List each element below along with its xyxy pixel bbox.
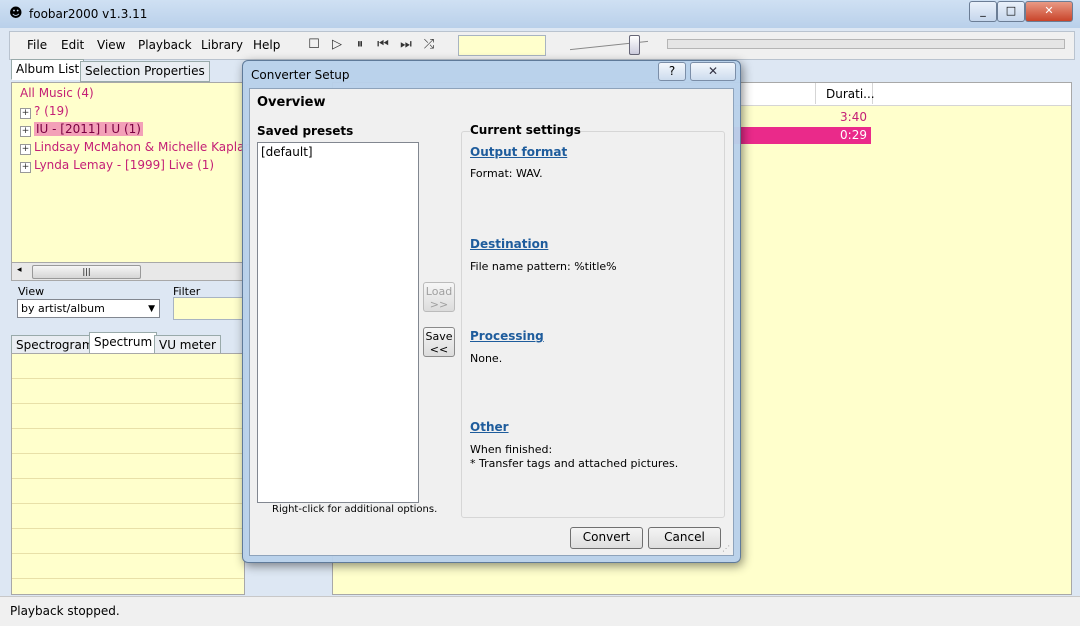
- view-select-value: by artist/album: [21, 302, 105, 315]
- destination-link[interactable]: Destination: [470, 237, 548, 251]
- filter-input[interactable]: [173, 297, 245, 320]
- expand-icon[interactable]: +: [20, 108, 31, 119]
- grid-line: [12, 428, 244, 429]
- stop-icon[interactable]: ☐: [306, 37, 322, 53]
- view-label: View: [18, 285, 45, 298]
- grid-line: [12, 553, 244, 554]
- tab-selection-properties[interactable]: Selection Properties: [80, 61, 210, 82]
- close-icon: ✕: [707, 64, 719, 78]
- processing-info: None.: [470, 352, 503, 365]
- tree-item[interactable]: + Lindsay McMahon & Michelle Kaplan -: [20, 140, 260, 155]
- grid-line: [12, 578, 244, 579]
- destination-info: File name pattern: %title%: [470, 260, 617, 273]
- convert-button[interactable]: Convert: [570, 527, 643, 549]
- saved-presets-label: Saved presets: [257, 124, 354, 138]
- menu-view[interactable]: View: [97, 38, 125, 52]
- minimize-button[interactable]: _: [969, 1, 997, 22]
- tree-item[interactable]: + IU - [2011] I U (1): [20, 122, 143, 137]
- menu-help[interactable]: Help: [253, 38, 280, 52]
- maximize-button[interactable]: □: [997, 1, 1025, 22]
- menu-file[interactable]: File: [27, 38, 47, 52]
- save-preset-button[interactable]: Save <<: [423, 327, 455, 357]
- help-button[interactable]: ?: [658, 62, 686, 81]
- cancel-button[interactable]: Cancel: [648, 527, 721, 549]
- playlist-row[interactable]: 3:40: [733, 109, 871, 126]
- window-title: foobar2000 v1.3.11: [29, 7, 148, 21]
- status-bar: Playback stopped.: [0, 596, 1080, 626]
- horizontal-scrollbar[interactable]: ◂ |||: [11, 262, 245, 281]
- playback-order-field[interactable]: [458, 35, 546, 56]
- tree-item-label: All Music (4): [20, 86, 94, 100]
- scroll-thumb[interactable]: |||: [32, 265, 141, 279]
- duration-header-label: Durati...: [826, 87, 875, 101]
- title-bar: ☻ foobar2000 v1.3.11 _ □ ✕: [0, 0, 1080, 28]
- overview-heading: Overview: [257, 95, 326, 110]
- pause-icon[interactable]: ⏸: [352, 37, 368, 53]
- tree-item[interactable]: + Lynda Lemay - [1999] Live (1): [20, 158, 214, 173]
- seek-bar[interactable]: [667, 39, 1065, 49]
- preset-item[interactable]: [default]: [261, 145, 313, 159]
- other-link[interactable]: Other: [470, 420, 509, 434]
- menu-library[interactable]: Library: [201, 38, 243, 52]
- processing-link[interactable]: Processing: [470, 329, 544, 343]
- output-format-info: Format: WAV.: [470, 167, 543, 180]
- row-duration: 3:40: [840, 110, 867, 124]
- tree-item[interactable]: +? (19): [20, 104, 69, 119]
- playlist-row-selected[interactable]: 0:29: [733, 127, 871, 144]
- other-info: When finished: * Transfer tags and attac…: [470, 443, 679, 470]
- previous-icon[interactable]: ⏮: [375, 37, 391, 53]
- current-settings-label: Current settings: [470, 123, 581, 137]
- tree-item-label: IU - [2011] I U (1): [34, 122, 143, 136]
- dialog-title: Converter Setup: [251, 68, 350, 82]
- menu-toolbar: File Edit View Playback Library Help ☐ ▷…: [9, 31, 1075, 60]
- tree-item-label: Lindsay McMahon & Michelle Kaplan -: [34, 140, 261, 154]
- grid-line: [12, 503, 244, 504]
- play-icon[interactable]: ▷: [329, 37, 345, 53]
- duration-column-header[interactable]: Durati...: [815, 83, 875, 104]
- random-icon[interactable]: ⤮: [421, 37, 437, 53]
- chevron-down-icon: ▼: [148, 304, 155, 314]
- resize-grip-icon[interactable]: ⋰: [722, 544, 730, 553]
- converter-setup-dialog: Converter Setup ? ✕ Overview Saved prese…: [242, 60, 741, 563]
- tree-item-label: Lynda Lemay - [1999] Live (1): [34, 158, 215, 172]
- spectrum-visualizer: [11, 353, 245, 595]
- grid-line: [12, 403, 244, 404]
- grid-line: [12, 378, 244, 379]
- next-icon[interactable]: ⏭: [398, 37, 414, 53]
- output-format-link[interactable]: Output format: [470, 145, 567, 159]
- tree-item-label: ? (19): [34, 104, 69, 118]
- presets-hint: Right-click for additional options.: [272, 504, 438, 515]
- grid-line: [12, 478, 244, 479]
- tree-item[interactable]: All Music (4): [20, 86, 94, 100]
- tab-album-list[interactable]: Album List: [11, 59, 85, 80]
- album-tree[interactable]: All Music (4) +? (19) + IU - [2011] I U (…: [11, 82, 260, 264]
- view-select[interactable]: by artist/album ▼: [17, 299, 160, 318]
- dialog-close-button[interactable]: ✕: [690, 62, 736, 81]
- load-preset-button[interactable]: Load >>: [423, 282, 455, 312]
- scroll-left-icon[interactable]: ◂: [17, 265, 22, 275]
- expand-icon[interactable]: +: [20, 144, 31, 155]
- expand-icon[interactable]: +: [20, 162, 31, 173]
- close-button[interactable]: ✕: [1025, 1, 1073, 22]
- grid-line: [12, 528, 244, 529]
- expand-icon[interactable]: +: [20, 126, 31, 137]
- app-logo-icon: ☻: [9, 6, 23, 21]
- status-text: Playback stopped.: [10, 604, 120, 618]
- menu-playback[interactable]: Playback: [138, 38, 192, 52]
- row-duration: 0:29: [840, 128, 867, 142]
- dialog-body: Overview Saved presets [default] Right-c…: [249, 88, 734, 556]
- volume-slider[interactable]: [629, 35, 640, 55]
- presets-list[interactable]: [default]: [257, 142, 419, 503]
- menu-edit[interactable]: Edit: [61, 38, 84, 52]
- grid-line: [12, 453, 244, 454]
